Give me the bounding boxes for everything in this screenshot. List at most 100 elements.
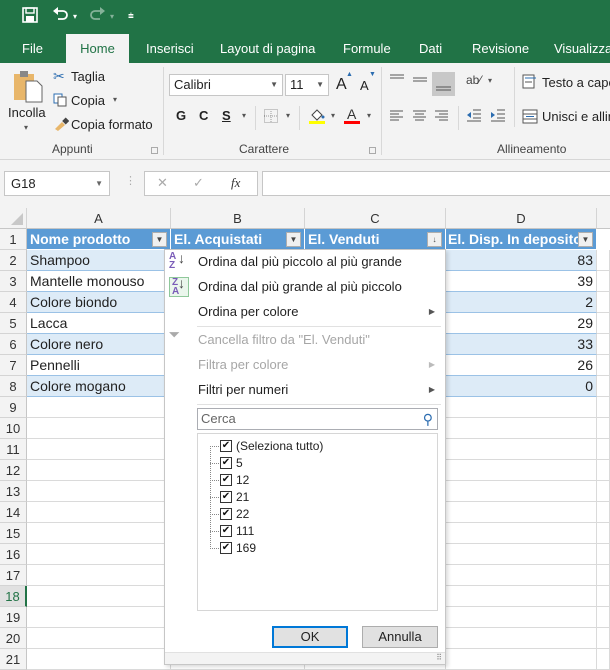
- confirm-entry-icon[interactable]: ✓: [193, 175, 204, 191]
- font-color-icon[interactable]: A: [343, 106, 361, 128]
- paste-icon[interactable]: [12, 69, 44, 106]
- empty-cell[interactable]: [597, 334, 610, 355]
- orientation-icon[interactable]: ab⁄: [466, 73, 481, 87]
- empty-cell[interactable]: [27, 502, 171, 523]
- empty-cell[interactable]: [446, 649, 597, 670]
- product-name-cell[interactable]: Shampoo: [27, 250, 171, 271]
- copy-dropdown-icon[interactable]: ▾: [113, 95, 117, 104]
- empty-cell[interactable]: [446, 502, 597, 523]
- empty-cell[interactable]: [597, 649, 610, 670]
- product-name-cell[interactable]: Mantelle monouso: [27, 271, 171, 292]
- empty-cell[interactable]: [597, 271, 610, 292]
- row-header[interactable]: 15: [0, 523, 27, 544]
- align-right-icon[interactable]: [434, 110, 449, 125]
- checkbox-icon[interactable]: ✔: [220, 525, 232, 537]
- empty-cell[interactable]: [27, 544, 171, 565]
- empty-cell[interactable]: [446, 439, 597, 460]
- stock-cell[interactable]: 0: [446, 376, 597, 397]
- name-box[interactable]: G18 ▼: [4, 171, 110, 196]
- empty-cell[interactable]: [597, 439, 610, 460]
- grow-font-button[interactable]: A: [336, 76, 347, 94]
- row-header[interactable]: 16: [0, 544, 27, 565]
- empty-cell[interactable]: [446, 544, 597, 565]
- align-center-icon[interactable]: [412, 110, 427, 125]
- empty-cell[interactable]: [597, 586, 610, 607]
- empty-cell[interactable]: [27, 586, 171, 607]
- align-bottom-icon[interactable]: [432, 72, 455, 96]
- align-left-icon[interactable]: [389, 110, 404, 125]
- empty-cell[interactable]: [597, 397, 610, 418]
- product-name-cell[interactable]: Pennelli: [27, 355, 171, 376]
- empty-cell[interactable]: [597, 523, 610, 544]
- bold-button[interactable]: G: [176, 108, 186, 123]
- row-header[interactable]: 5: [0, 313, 27, 334]
- align-top-icon[interactable]: [389, 73, 405, 88]
- checkbox-icon[interactable]: ✔: [220, 474, 232, 486]
- empty-cell[interactable]: [597, 565, 610, 586]
- table-header-cell[interactable]: Nome prodotto ▼: [27, 229, 171, 250]
- table-header-cell[interactable]: El. Acquistati ▼: [171, 229, 305, 250]
- wrap-text-button[interactable]: Testo a capo: [542, 75, 610, 90]
- font-launcher-icon[interactable]: [369, 147, 376, 154]
- filter-dropdown-icon[interactable]: ▼: [152, 232, 167, 247]
- empty-cell[interactable]: [27, 607, 171, 628]
- italic-button[interactable]: C: [199, 108, 208, 123]
- redo-dropdown-icon[interactable]: ▾: [110, 7, 114, 27]
- borders-dropdown-icon[interactable]: ▾: [286, 111, 290, 120]
- borders-icon[interactable]: [264, 109, 278, 126]
- empty-cell[interactable]: [27, 439, 171, 460]
- column-header-b[interactable]: B: [171, 208, 305, 229]
- row-header[interactable]: 2: [0, 250, 27, 271]
- font-size-select[interactable]: 11 ▼: [285, 74, 329, 96]
- sort-by-color-item[interactable]: Ordina per colore ▶: [165, 300, 445, 324]
- empty-cell[interactable]: [446, 607, 597, 628]
- table-header-cell[interactable]: El. Disp. In deposito ▼: [446, 229, 597, 250]
- cut-button[interactable]: Taglia: [71, 69, 105, 84]
- empty-cell[interactable]: [446, 565, 597, 586]
- customize-qat-icon[interactable]: ⩧: [128, 7, 134, 27]
- format-painter-button[interactable]: Copia formato: [71, 117, 153, 132]
- checkbox-icon[interactable]: ✔: [220, 440, 232, 452]
- tab-insert[interactable]: Inserisci: [144, 34, 196, 63]
- stock-cell[interactable]: 2: [446, 292, 597, 313]
- row-header[interactable]: 14: [0, 502, 27, 523]
- empty-cell[interactable]: [446, 628, 597, 649]
- checkbox-icon[interactable]: ✔: [220, 508, 232, 520]
- empty-cell[interactable]: [446, 460, 597, 481]
- empty-cell[interactable]: [27, 460, 171, 481]
- tab-formulas[interactable]: Formule: [341, 34, 393, 63]
- formula-input[interactable]: [262, 171, 610, 196]
- orientation-dropdown-icon[interactable]: ▾: [488, 76, 492, 85]
- empty-cell[interactable]: [597, 250, 610, 271]
- tab-file[interactable]: File: [20, 34, 45, 63]
- empty-cell[interactable]: [446, 397, 597, 418]
- underline-button[interactable]: S: [222, 108, 231, 123]
- row-header[interactable]: 6: [0, 334, 27, 355]
- tab-view[interactable]: Visualizza: [552, 34, 610, 63]
- column-header-e[interactable]: [597, 208, 610, 229]
- paste-dropdown-icon[interactable]: ▾: [24, 123, 28, 132]
- empty-cell[interactable]: [597, 628, 610, 649]
- align-middle-icon[interactable]: [412, 73, 428, 88]
- row-header[interactable]: 4: [0, 292, 27, 313]
- empty-cell[interactable]: [597, 313, 610, 334]
- empty-cell[interactable]: [446, 418, 597, 439]
- fill-color-icon[interactable]: [308, 107, 326, 128]
- empty-cell[interactable]: [27, 397, 171, 418]
- product-name-cell[interactable]: Colore nero: [27, 334, 171, 355]
- empty-cell[interactable]: [27, 523, 171, 544]
- row-header[interactable]: 17: [0, 565, 27, 586]
- underline-dropdown-icon[interactable]: ▾: [242, 111, 246, 120]
- tab-page-layout[interactable]: Layout di pagina: [218, 34, 317, 63]
- tab-data[interactable]: Dati: [417, 34, 444, 63]
- stock-cell[interactable]: 39: [446, 271, 597, 292]
- row-header[interactable]: 12: [0, 460, 27, 481]
- filter-by-color-item[interactable]: Filtra per colore ▶: [165, 353, 445, 377]
- decrease-indent-icon[interactable]: [466, 109, 482, 125]
- font-color-dropdown-icon[interactable]: ▾: [367, 111, 371, 120]
- row-header[interactable]: 3: [0, 271, 27, 292]
- column-header-c[interactable]: C: [305, 208, 446, 229]
- fill-color-dropdown-icon[interactable]: ▾: [331, 111, 335, 120]
- cancel-button[interactable]: Annulla: [362, 626, 438, 648]
- empty-cell[interactable]: [27, 418, 171, 439]
